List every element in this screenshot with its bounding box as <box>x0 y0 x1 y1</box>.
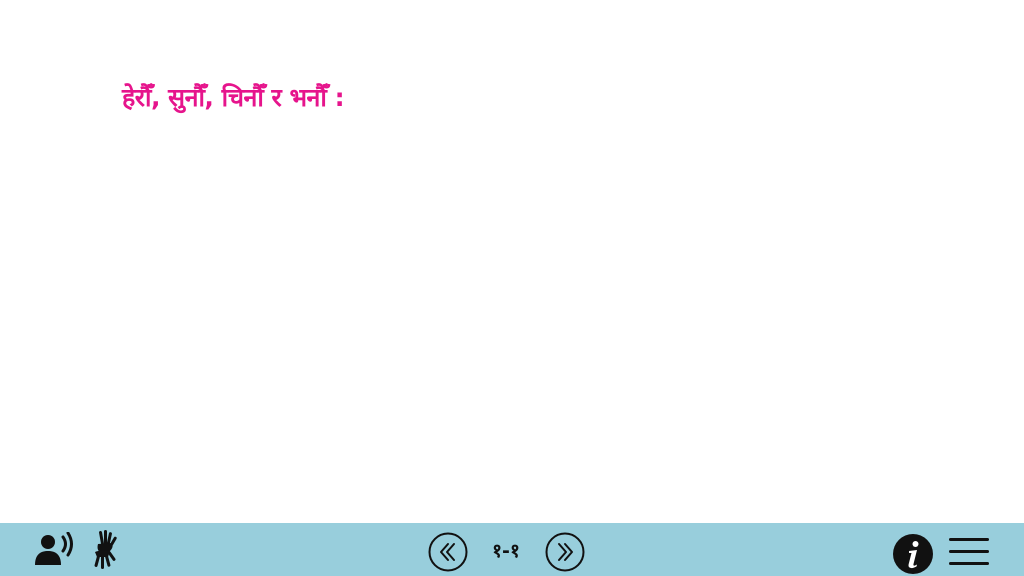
content-area: हेरौँ, सुनौँ, चिनौँ र भनौँ : <box>0 0 1024 522</box>
double-chevron-left-icon <box>428 532 468 572</box>
hamburger-menu-icon <box>949 538 989 565</box>
bottom-toolbar: १-१ <box>0 523 1024 576</box>
sign-language-button[interactable] <box>90 529 122 571</box>
sign-language-icon <box>94 530 117 569</box>
page: हेरौँ, सुनौँ, चिनौँ र भनौँ : १-१ <box>0 0 1024 576</box>
menu-button[interactable] <box>948 535 990 569</box>
audio-speaker-icon <box>35 532 73 565</box>
page-heading: हेरौँ, सुनौँ, चिनौँ र भनौँ : <box>122 83 345 112</box>
next-page-button[interactable] <box>545 532 585 572</box>
previous-page-button[interactable] <box>428 532 468 572</box>
page-indicator: १-१ <box>492 540 520 562</box>
double-chevron-right-icon <box>545 532 585 572</box>
audio-button[interactable] <box>33 532 77 568</box>
info-button[interactable] <box>892 533 934 575</box>
info-icon <box>893 534 933 574</box>
